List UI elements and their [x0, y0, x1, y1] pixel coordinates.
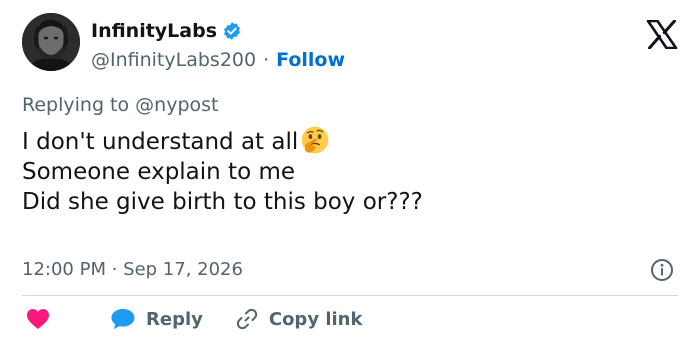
tweet-text: I don't understand at all Someone explai… [22, 125, 662, 217]
info-icon[interactable] [650, 258, 674, 282]
user-handle[interactable]: @InfinityLabs200 [91, 47, 256, 73]
copy-link-label: Copy link [268, 308, 363, 330]
heart-icon [27, 309, 49, 329]
link-icon [236, 308, 257, 330]
copy-link-button[interactable]: Copy link [235, 307, 363, 331]
verified-badge-icon [224, 22, 240, 40]
like-button[interactable] [26, 308, 60, 330]
user-handle-row: @InfinityLabs200 · Follow [91, 47, 345, 73]
timestamp[interactable]: 12:00 PM · Sep 17, 2026 [22, 257, 243, 283]
avatar[interactable] [22, 13, 80, 71]
replying-to[interactable]: Replying to @nypost [22, 92, 218, 118]
separator-dot: · [263, 49, 270, 71]
thinking-face-emoji [301, 126, 329, 154]
reply-label: Reply [146, 308, 203, 330]
action-bar: Reply Copy link [26, 307, 394, 331]
tweet-line-2: Someone explain to me Did she give birth… [22, 159, 423, 215]
divider [22, 295, 678, 296]
user-name-row: InfinityLabs [91, 19, 242, 43]
reply-bubble-icon [111, 309, 135, 329]
avatar-portrait-icon [22, 13, 80, 71]
follow-button[interactable]: Follow [276, 47, 345, 73]
x-logo-icon[interactable] [646, 20, 678, 49]
reply-button[interactable]: Reply [110, 308, 203, 330]
tweet-line-1: I don't understand at all [22, 129, 299, 155]
display-name[interactable]: InfinityLabs [91, 19, 217, 43]
